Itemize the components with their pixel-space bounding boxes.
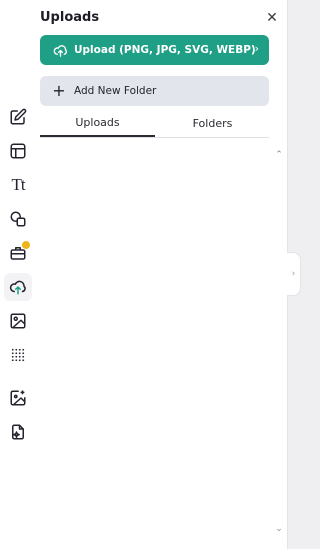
chevron-right-icon: › [254, 42, 259, 55]
uploads-panel: Tt Uploads ✕ Upload (PNG, JPG, SVG, WEBP… [0, 0, 288, 549]
tab-uploads[interactable]: Uploads [40, 110, 155, 137]
collapse-panel-handle[interactable]: › [287, 252, 301, 296]
tab-bar: Uploads Folders [40, 110, 269, 138]
cloud-upload-icon[interactable] [4, 273, 32, 301]
text-icon[interactable]: Tt [6, 173, 30, 197]
cloud-upload-icon [52, 42, 68, 58]
tab-folders[interactable]: Folders [155, 110, 270, 136]
scroll-down-icon[interactable]: ⌄ [273, 524, 285, 536]
add-folder-button[interactable]: + Add New Folder [40, 76, 269, 106]
shapes-icon[interactable] [6, 207, 30, 231]
add-folder-label: Add New Folder [74, 85, 157, 97]
image-icon[interactable] [6, 309, 30, 333]
magic-image-icon[interactable] [6, 386, 30, 410]
close-icon[interactable]: ✕ [264, 10, 280, 26]
toolbox-icon[interactable] [6, 240, 31, 265]
layout-icon[interactable] [6, 139, 30, 163]
upload-button[interactable]: Upload (PNG, JPG, SVG, WEBP) › [40, 35, 269, 65]
notification-badge [21, 240, 31, 250]
sidebar-rail: Tt [0, 0, 36, 549]
text-icon-glyph: Tt [11, 175, 25, 194]
chevron-right-icon: › [291, 269, 296, 279]
scroll-up-icon[interactable]: ⌃ [273, 150, 285, 162]
dots-pattern-icon[interactable] [6, 343, 30, 367]
magic-file-icon[interactable] [6, 420, 30, 444]
edit-icon[interactable] [6, 105, 30, 129]
panel-title: Uploads [40, 10, 100, 25]
upload-button-label: Upload (PNG, JPG, SVG, WEBP) [74, 44, 256, 56]
plus-icon: + [52, 81, 66, 100]
